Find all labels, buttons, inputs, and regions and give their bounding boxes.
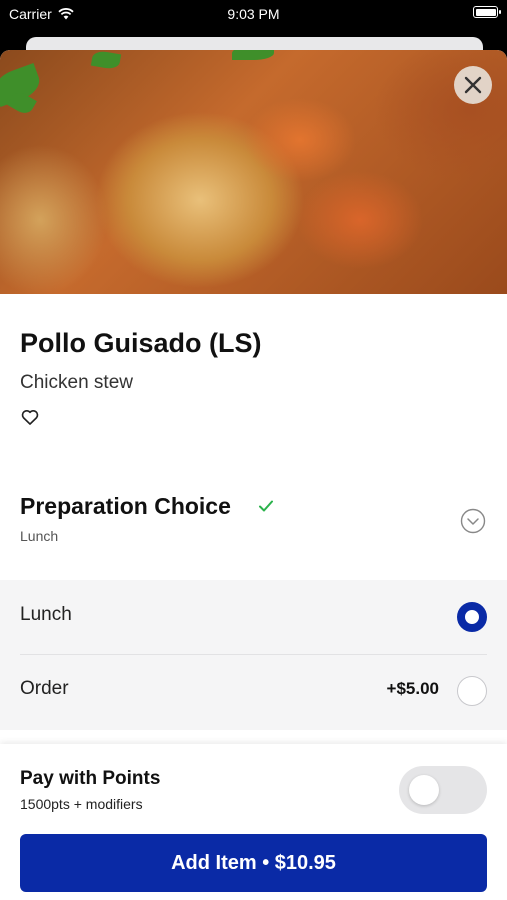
preparation-choice-header[interactable]: Preparation Choice Lunch [0, 480, 507, 550]
add-item-button[interactable]: Add Item • $10.95 [20, 834, 487, 892]
points-subtitle: 1500pts + modifiers [20, 796, 143, 812]
item-title: Pollo Guisado (LS) [20, 328, 262, 358]
footer: Pay with Points 1500pts + modifiers Add … [0, 744, 507, 900]
radio-unselected[interactable] [457, 676, 487, 706]
toggle-knob [409, 775, 439, 805]
option-label: Lunch [20, 604, 72, 625]
status-time: 9:03 PM [227, 6, 280, 22]
option-label: Order [20, 678, 69, 699]
garnish-leaf [90, 50, 122, 71]
radio-selected[interactable] [457, 602, 487, 632]
garnish-leaf [232, 50, 274, 60]
points-title: Pay with Points [20, 768, 161, 789]
option-order[interactable]: Order +$5.00 [20, 654, 487, 728]
heart-outline-icon[interactable] [20, 407, 40, 427]
status-bar: Carrier 9:03 PM [0, 0, 507, 30]
close-button[interactable] [454, 66, 492, 104]
pay-with-points-toggle[interactable] [399, 766, 487, 814]
section-title: Preparation Choice [20, 493, 231, 519]
item-detail-sheet: Pollo Guisado (LS) Chicken stew Preparat… [0, 50, 507, 900]
option-lunch[interactable]: Lunch [20, 580, 487, 655]
battery-icon [473, 6, 501, 18]
chevron-down-circle-icon[interactable] [460, 508, 486, 534]
selected-choice: Lunch [20, 528, 59, 544]
check-icon [259, 500, 273, 512]
item-description: Chicken stew [20, 372, 133, 393]
item-photo [0, 50, 507, 294]
preparation-options: Lunch Order +$5.00 [0, 580, 507, 730]
close-icon [464, 76, 482, 94]
option-price: +$5.00 [386, 679, 439, 698]
